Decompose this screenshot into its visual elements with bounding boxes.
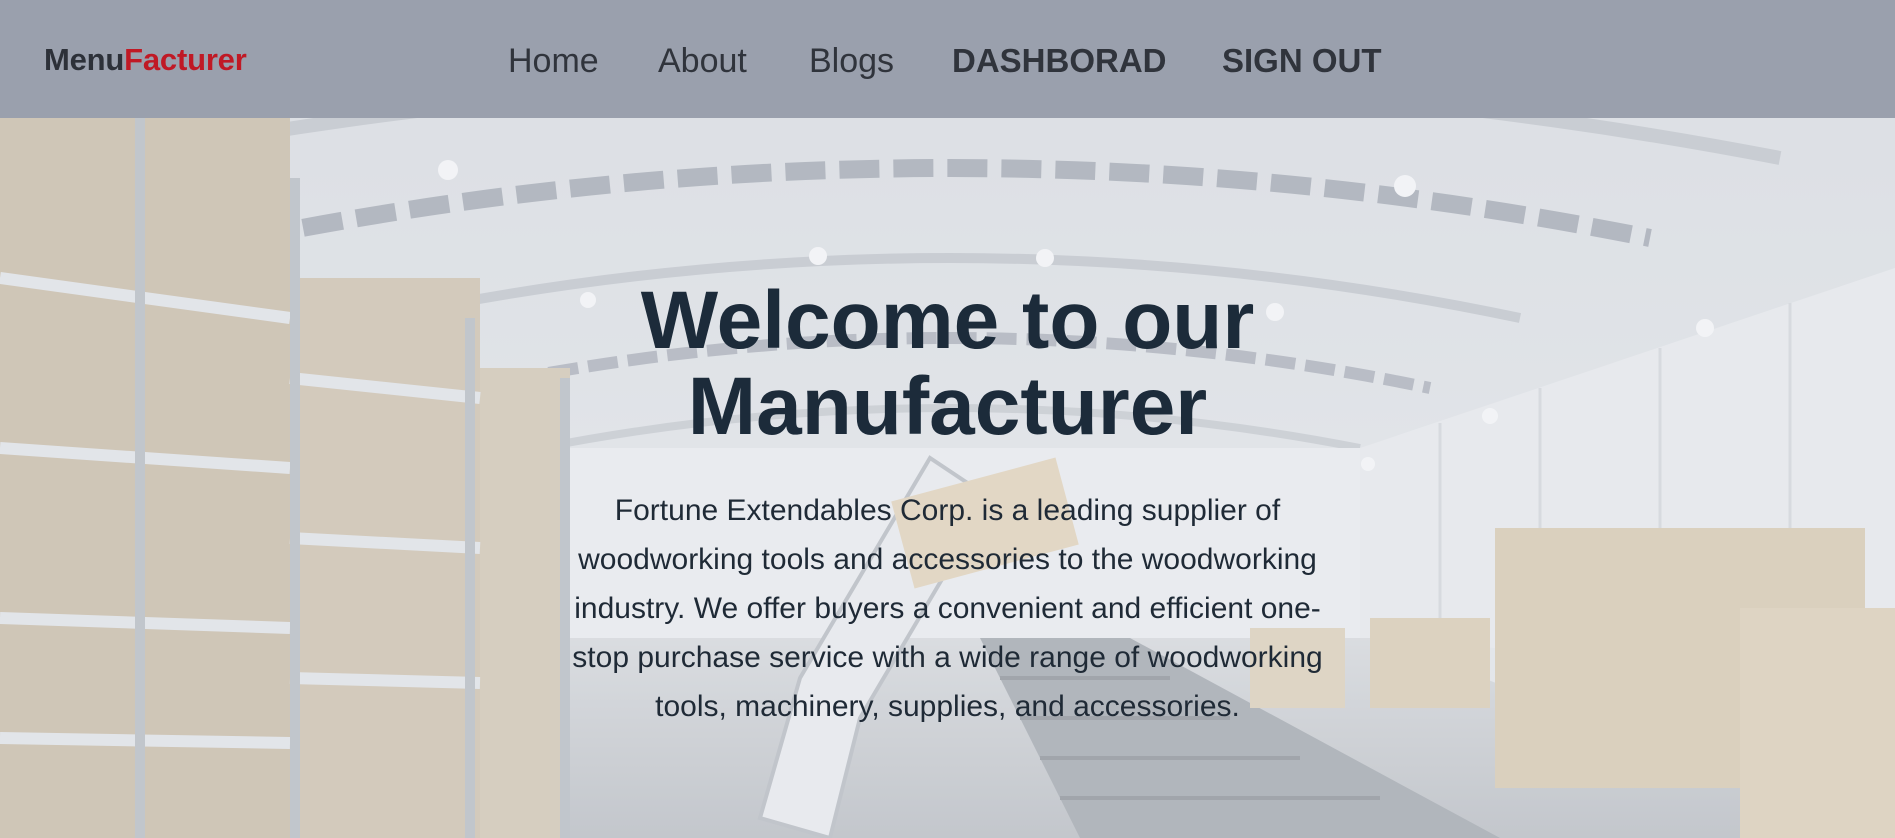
navbar: MenuFacturer Home About Blogs DASHBORAD …	[0, 0, 1895, 118]
hero-description: Fortune Extendables Corp. is a leading s…	[572, 494, 1323, 723]
nav-link-home[interactable]: Home	[508, 42, 599, 81]
page: MenuFacturer Home About Blogs DASHBORAD …	[0, 0, 1895, 838]
nav-link-sign-out[interactable]: SIGN OUT	[1222, 42, 1382, 80]
nav-link-about[interactable]: About	[658, 42, 747, 81]
hero-section: Welcome to our Manufacturer Fortune Exte…	[0, 118, 1895, 838]
hero-content: Welcome to our Manufacturer Fortune Exte…	[520, 278, 1375, 731]
main-nav: Home About Blogs DASHBORAD SIGN OUT	[0, 42, 1895, 82]
nav-link-dashboard[interactable]: DASHBORAD	[952, 42, 1167, 80]
nav-link-blogs[interactable]: Blogs	[809, 42, 894, 81]
hero-title: Welcome to our Manufacturer	[640, 275, 1255, 452]
